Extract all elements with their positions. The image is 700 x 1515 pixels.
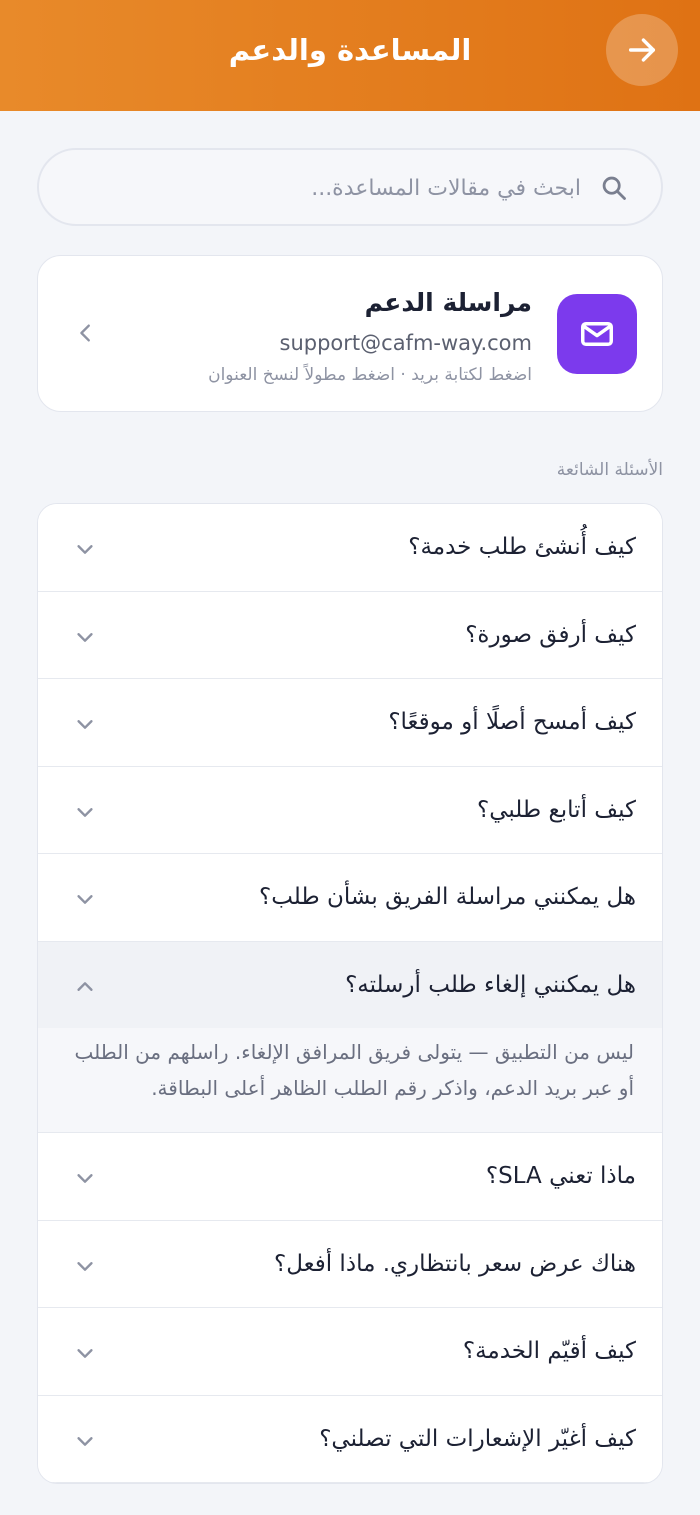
faq-question-text: ماذا تعني SLA؟ — [485, 1163, 636, 1189]
faq-item: كيف أغيّر الإشعارات التي تصلني؟ — [38, 1395, 662, 1483]
faq-item: كيف أمسح أصلًا أو موقعًا؟ — [38, 679, 662, 767]
search-box — [37, 148, 663, 226]
faq-item: كيف أتابع طلبي؟ — [38, 766, 662, 854]
contact-support-card[interactable]: مراسلة الدعم support@cafm-way.com اضغط ل… — [37, 255, 663, 412]
faq-question-row[interactable]: ماذا تعني SLA؟ — [38, 1133, 662, 1220]
chevron-down-icon — [77, 895, 93, 904]
faq-item: كيف أرفق صورة؟ — [38, 591, 662, 679]
support-email: support@cafm-way.com — [279, 331, 532, 355]
faq-question-text: هل يمكنني مراسلة الفريق بشأن طلب؟ — [258, 884, 636, 910]
page-title: المساعدة والدعم — [228, 33, 472, 67]
chevron-down-icon — [77, 1349, 93, 1358]
faq-question-row[interactable]: هل يمكنني مراسلة الفريق بشأن طلب؟ — [38, 854, 662, 941]
chevron-down-icon — [77, 632, 93, 642]
search-input[interactable] — [141, 170, 581, 206]
chevron-down-icon — [77, 1436, 93, 1446]
mail-icon — [581, 321, 613, 347]
faq-answer: ليس من التطبيق — يتولى فريق المرافق الإل… — [38, 1028, 662, 1132]
faq-question-text: هل يمكنني إلغاء طلب أرسلته؟ — [345, 971, 636, 998]
faq-question-text: كيف أمسح أصلًا أو موقعًا؟ — [388, 709, 636, 735]
search-icon — [602, 176, 626, 200]
faq-question-row[interactable]: كيف أُنشئ طلب خدمة؟ — [38, 504, 662, 591]
faq-list: كيف أُنشئ طلب خدمة؟ كيف أرفق صورة؟ كيف أمس… — [37, 503, 663, 1484]
faq-question-row[interactable]: هل يمكنني إلغاء طلب أرسلته؟ — [38, 941, 662, 1028]
faq-question-text: كيف أغيّر الإشعارات التي تصلني؟ — [319, 1425, 636, 1452]
faq-item: هناك عرض سعر بانتظاري. ماذا أفعل؟ — [38, 1220, 662, 1308]
arrow-right-icon — [628, 38, 656, 62]
faq-question-row[interactable]: كيف أمسح أصلًا أو موقعًا؟ — [38, 679, 662, 766]
chevron-down-icon — [77, 545, 93, 554]
faq-question-text: كيف أقيّم الخدمة؟ — [462, 1338, 636, 1364]
faq-question-text: هناك عرض سعر بانتظاري. ماذا أفعل؟ — [274, 1250, 636, 1277]
faq-question-row[interactable]: كيف أقيّم الخدمة؟ — [38, 1308, 662, 1395]
chevron-down-icon — [77, 807, 93, 817]
back-button[interactable] — [606, 14, 678, 86]
faq-question-row[interactable]: هناك عرض سعر بانتظاري. ماذا أفعل؟ — [38, 1220, 662, 1307]
faq-item: ماذا تعني SLA؟ — [38, 1133, 662, 1221]
chevron-down-icon — [77, 1261, 93, 1271]
support-hint: اضغط لكتابة بريد · اضغط مطولاً لنسخ العن… — [208, 365, 532, 385]
chevron-down-icon — [77, 1174, 93, 1183]
faq-question-text: كيف أرفق صورة؟ — [465, 621, 636, 648]
faq-question-row[interactable]: كيف أرفق صورة؟ — [38, 591, 662, 678]
support-title: مراسلة الدعم — [364, 288, 532, 317]
chevron-down-icon — [77, 720, 93, 729]
faq-item: كيف أُنشئ طلب خدمة؟ — [38, 504, 662, 592]
faq-item: كيف أقيّم الخدمة؟ — [38, 1308, 662, 1396]
faq-question-text: كيف أتابع طلبي؟ — [476, 796, 636, 823]
faq-question-row[interactable]: كيف أغيّر الإشعارات التي تصلني؟ — [38, 1395, 662, 1482]
faq-question-row[interactable]: كيف أتابع طلبي؟ — [38, 766, 662, 853]
chevron-left-icon — [80, 324, 90, 342]
faq-item: هل يمكنني إلغاء طلب أرسلته؟ ليس من التطبي… — [38, 941, 662, 1133]
mail-icon-tile — [557, 294, 637, 374]
chevron-up-icon — [77, 981, 93, 991]
faq-item: هل يمكنني مراسلة الفريق بشأن طلب؟ — [38, 854, 662, 942]
faq-section-label: الأسئلة الشائعة — [556, 460, 663, 480]
app-header: المساعدة والدعم — [0, 0, 700, 111]
faq-question-text: كيف أُنشئ طلب خدمة؟ — [408, 534, 636, 560]
